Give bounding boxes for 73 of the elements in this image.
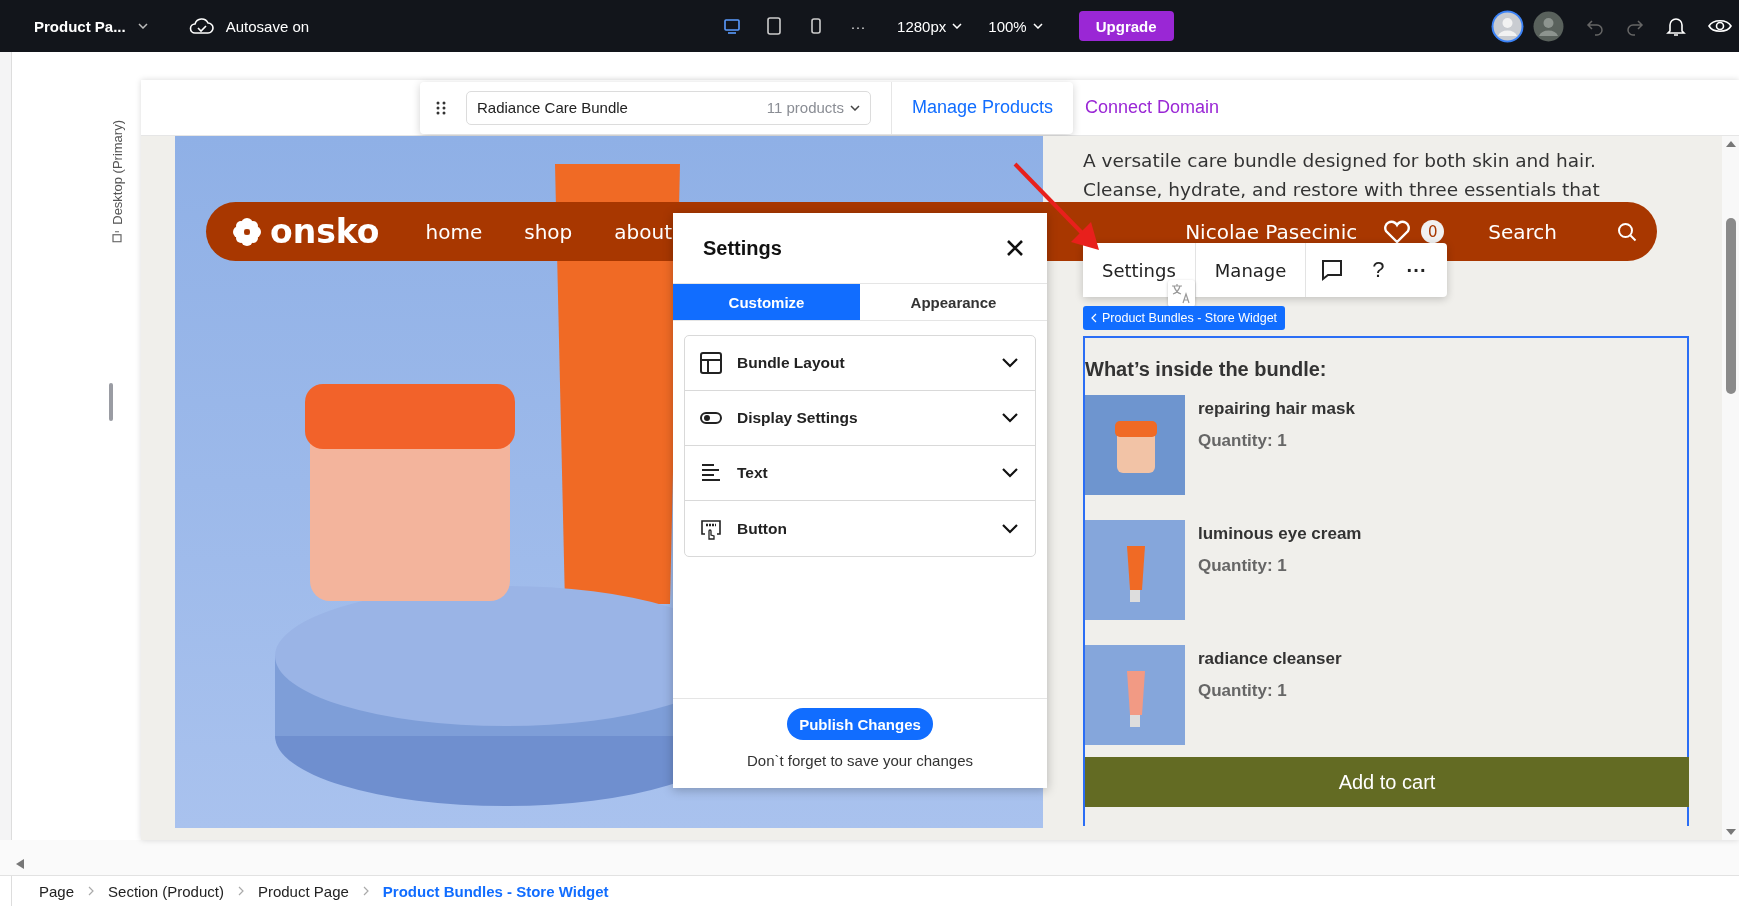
user-name[interactable]: Nicolae Pasecinic [1185, 219, 1358, 244]
manage-button[interactable]: Manage [1195, 243, 1307, 297]
connect-domain-link[interactable]: Connect Domain [1085, 97, 1220, 118]
avatar [1491, 9, 1524, 43]
upgrade-button[interactable]: Upgrade [1078, 11, 1174, 41]
search-link[interactable]: Search [1488, 219, 1557, 244]
breadcrumb-link[interactable]: Product Bundles - Store Widget [382, 882, 609, 900]
zoom-dropdown[interactable]: 100% [988, 17, 1027, 35]
cloud-check-icon [187, 16, 214, 36]
scroll-up-icon[interactable] [1724, 140, 1737, 148]
section-label[interactable]: Text [737, 464, 768, 482]
breadcrumb-link[interactable]: Page [39, 882, 75, 900]
publish-button[interactable]: Publish Changes [787, 708, 933, 740]
caret-icon[interactable] [137, 23, 148, 29]
bell-icon[interactable] [1665, 15, 1687, 37]
bundle-dropdown[interactable]: Radiance Care Bundle 11 products [466, 90, 871, 125]
product-quantity: Quantity: 1 [1198, 431, 1288, 451]
help-button[interactable]: ? [1372, 257, 1385, 283]
add-to-cart-button[interactable]: Add to cart [1085, 757, 1689, 807]
chevron-right-icon [362, 886, 369, 896]
viewport-label: Desktop (Primary) [110, 120, 125, 225]
search-icon[interactable] [1617, 221, 1637, 242]
width-dropdown[interactable]: 1280px [897, 17, 947, 35]
panel-title: Settings [703, 236, 782, 260]
panel-tab[interactable]: Customize [673, 284, 860, 320]
desktop-icon [112, 230, 123, 243]
manage-products-link[interactable]: Manage Products [891, 81, 1054, 134]
chevron-down-icon [1001, 522, 1019, 535]
chevron-down-icon [1001, 357, 1019, 369]
close-button[interactable] [1005, 238, 1025, 258]
avatar [1532, 9, 1565, 43]
flower-icon [232, 216, 262, 247]
nav-link[interactable]: about [614, 219, 672, 244]
scroll-down-icon[interactable] [1724, 828, 1737, 836]
scroll-left-icon[interactable] [15, 858, 25, 870]
breadcrumb-link[interactable]: Product Page [257, 882, 349, 900]
page-name[interactable]: Product Pa... [34, 17, 126, 35]
section-label[interactable]: Display Settings [737, 409, 858, 427]
scrollbar-thumb[interactable] [1725, 218, 1736, 394]
chevron-down-icon [1001, 467, 1019, 479]
count-badge: 0 [1421, 220, 1445, 243]
product-quantity: Quantity: 1 [1198, 681, 1288, 701]
bundle-heading: What’s inside the bundle: [1085, 358, 1328, 381]
more-options[interactable]: ··· [845, 17, 872, 35]
heart-icon[interactable] [1383, 219, 1412, 244]
caret-icon[interactable] [850, 104, 860, 111]
layout-icon [699, 351, 723, 375]
description-text: A versatile care bundle designed for both skin and hair. [1083, 149, 1597, 173]
chevron-right-icon [237, 886, 244, 896]
site-logo[interactable]: onsko [270, 212, 380, 251]
product-name: repairing hair mask [1198, 399, 1355, 419]
resize-handle[interactable] [109, 382, 113, 421]
chevron-left-icon [1091, 313, 1097, 323]
drag-handle-icon[interactable] [436, 100, 446, 115]
nav-link[interactable]: shop [524, 219, 573, 244]
product-name: radiance cleanser [1198, 649, 1342, 669]
autosave-status: Autosave on [225, 17, 310, 35]
product-count: 11 products [766, 99, 844, 116]
breadcrumb-link[interactable]: Section (Product) [108, 882, 224, 900]
chevron-down-icon [1001, 412, 1019, 424]
section-label[interactable]: Button [737, 519, 787, 538]
bundle-name: Radiance Care Bundle [477, 99, 628, 116]
chevron-right-icon [88, 886, 95, 896]
more-button[interactable]: ··· [1406, 258, 1427, 282]
description-text: Cleanse, hydrate, and restore with three essentials that [1083, 178, 1601, 202]
nav-link[interactable]: home [425, 219, 483, 244]
product-name: luminous eye cream [1198, 524, 1362, 544]
section-label[interactable]: Bundle Layout [737, 354, 845, 372]
comment-icon[interactable] [1320, 258, 1345, 282]
settings-button[interactable]: Settings [1083, 243, 1196, 297]
translate-icon[interactable] [1168, 280, 1195, 307]
product-quantity: Quantity: 1 [1198, 556, 1288, 576]
save-reminder: Don`t forget to save your changes [747, 752, 973, 769]
